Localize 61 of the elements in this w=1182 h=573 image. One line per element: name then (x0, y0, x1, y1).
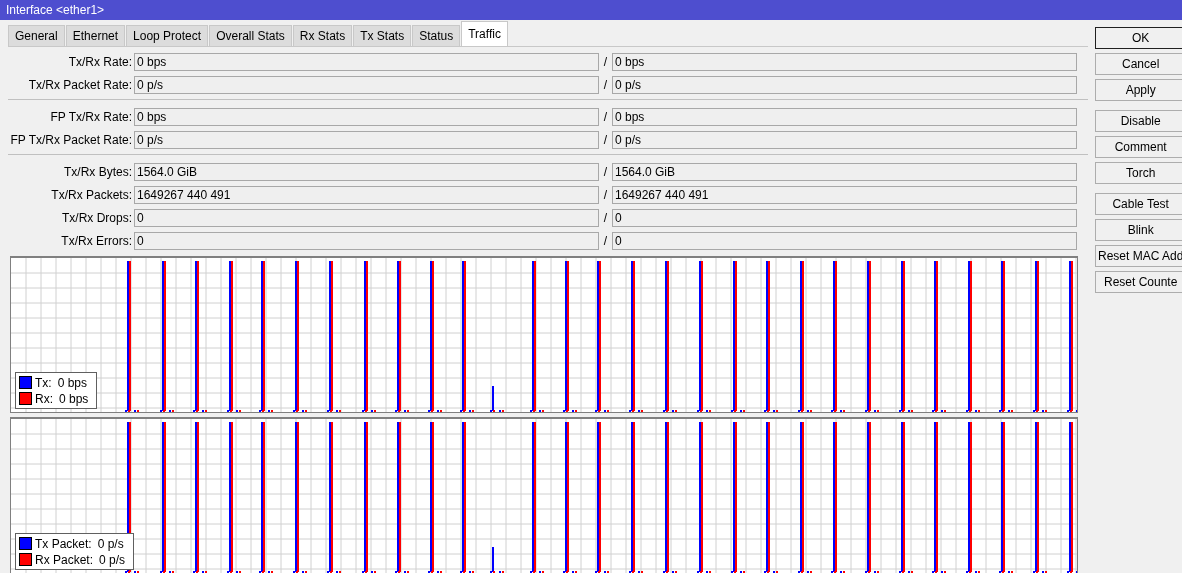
dialog-button[interactable]: Disable (1095, 110, 1182, 132)
dialog-button[interactable]: Comment (1095, 136, 1182, 158)
field-label: Tx/Rx Bytes: (63, 163, 133, 181)
rx-value-field[interactable]: 0 (612, 208, 1077, 227)
dialog-button[interactable]: Blink (1095, 219, 1182, 241)
dialog-button[interactable]: Cable Test (1095, 193, 1182, 215)
rx-value-field[interactable]: 1649267 440 491 (612, 185, 1077, 204)
separator-slash: / (602, 53, 609, 71)
tx-value-field[interactable]: 0 p/s (134, 75, 599, 94)
field-label: Tx/Rx Rate: (67, 53, 133, 71)
tx-value-field[interactable]: 0 p/s (134, 130, 599, 149)
tx-value-field[interactable]: 1649267 440 491 (134, 185, 599, 204)
legend-label: Rx: (35, 390, 53, 408)
tab[interactable]: Ethernet (65, 25, 126, 46)
tx-value-field[interactable]: 0 bps (134, 52, 599, 71)
rx-value-field[interactable]: 0 (612, 231, 1077, 250)
legend-value: 0 p/s (97, 535, 124, 553)
dialog-button[interactable]: Reset Counte (1095, 271, 1182, 293)
legend-label: Rx Packet: (35, 551, 94, 569)
separator-slash: / (602, 186, 609, 204)
legend-label: Tx Packet: (35, 535, 92, 553)
separator-slash: / (602, 76, 609, 94)
field-label: FP Tx/Rx Packet Rate: (9, 131, 133, 149)
legend-value: 0 bps (59, 390, 89, 408)
tab[interactable]: Tx Stats (353, 25, 412, 46)
window-title: Interface <ether1> (6, 2, 105, 19)
tab[interactable]: Loop Protect (126, 25, 209, 46)
dialog-button[interactable]: Cancel (1095, 53, 1182, 75)
separator-slash: / (602, 131, 609, 149)
traffic-spike (490, 386, 504, 412)
separator-slash: / (602, 209, 609, 227)
tx-value-field[interactable]: 0 bps (134, 107, 599, 126)
tab[interactable]: General (8, 25, 65, 46)
dialog-button[interactable]: Torch (1095, 162, 1182, 184)
tx-value-field[interactable]: 0 (134, 231, 599, 250)
legend-label: Tx: (35, 374, 52, 392)
field-label: FP Tx/Rx Rate: (49, 108, 133, 126)
tab[interactable]: Rx Stats (292, 25, 353, 46)
dialog-button[interactable]: Apply (1095, 79, 1182, 101)
separator-slash: / (602, 163, 609, 181)
tx-value-field[interactable]: 0 (134, 208, 599, 227)
dialog-button[interactable]: OK (1095, 27, 1182, 49)
legend-value: 0 bps (57, 374, 88, 392)
tab[interactable]: Traffic (461, 21, 508, 46)
field-label: Tx/Rx Packet Rate: (27, 76, 133, 94)
tab[interactable]: Status (412, 25, 461, 46)
dialog-button[interactable]: Reset MAC Add (1095, 245, 1182, 267)
field-label: Tx/Rx Packets: (50, 186, 133, 204)
rx-value-field[interactable]: 1564.0 GiB (612, 162, 1077, 181)
tab[interactable]: Overall Stats (209, 25, 292, 46)
rx-value-field[interactable]: 0 bps (612, 52, 1077, 71)
rx-value-field[interactable]: 0 p/s (612, 130, 1077, 149)
rx-value-field[interactable]: 0 bps (612, 107, 1077, 126)
field-label: Tx/Rx Errors: (60, 232, 133, 250)
traffic-spike (490, 547, 504, 573)
rx-value-field[interactable]: 0 p/s (612, 75, 1077, 94)
separator-slash: / (602, 232, 609, 250)
tx-value-field[interactable]: 1564.0 GiB (134, 162, 599, 181)
field-label: Tx/Rx Drops: (61, 209, 133, 227)
separator-slash: / (602, 108, 609, 126)
legend-value: 0 p/s (99, 551, 126, 569)
